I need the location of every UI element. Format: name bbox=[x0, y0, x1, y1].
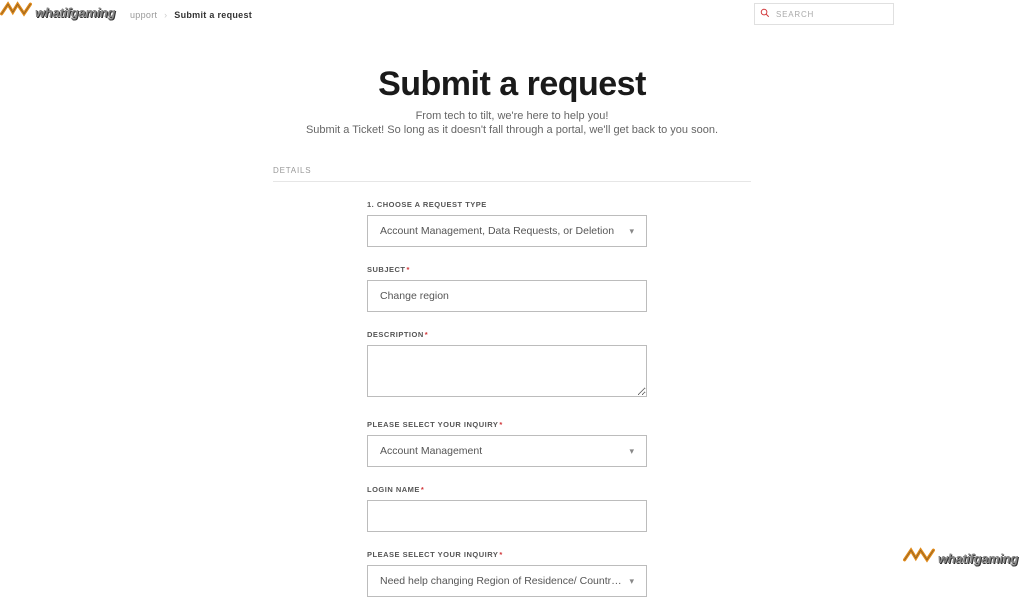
select-inquiry-1[interactable]: Account Management ▾ bbox=[367, 435, 647, 467]
search-box[interactable] bbox=[754, 3, 894, 25]
page-subtitle-2: Submit a Ticket! So long as it doesn't f… bbox=[0, 124, 1024, 136]
select-inquiry-2-value: Need help changing Region of Residence/ … bbox=[380, 575, 623, 587]
label-subject: SUBJECT* bbox=[367, 265, 647, 274]
select-inquiry-1-value: Account Management bbox=[380, 445, 623, 457]
select-request-type[interactable]: Account Management, Data Requests, or De… bbox=[367, 215, 647, 247]
section-divider bbox=[273, 181, 751, 182]
watermark-logo-bottom-right: whatifgaming bbox=[903, 546, 1018, 570]
chevron-down-icon: ▾ bbox=[629, 576, 634, 587]
section-label-details: DETAILS bbox=[273, 166, 1024, 175]
watermark-logo-top-left: whatifgaming bbox=[0, 0, 115, 24]
page-subtitle-1: From tech to tilt, we're here to help yo… bbox=[0, 110, 1024, 122]
label-login-name: LOGIN NAME* bbox=[367, 485, 647, 494]
label-inquiry-1: PLEASE SELECT YOUR INQUIRY* bbox=[367, 420, 647, 429]
textarea-description[interactable] bbox=[367, 345, 647, 397]
label-inquiry-2: PLEASE SELECT YOUR INQUIRY* bbox=[367, 550, 647, 559]
watermark-text: whatifgaming bbox=[938, 551, 1018, 566]
breadcrumb-current: Submit a request bbox=[174, 10, 252, 20]
search-input[interactable] bbox=[776, 10, 888, 19]
input-subject[interactable] bbox=[367, 280, 647, 312]
breadcrumb-separator: › bbox=[164, 10, 167, 20]
breadcrumb-parent[interactable]: upport bbox=[130, 10, 157, 20]
input-login-name[interactable] bbox=[367, 500, 647, 532]
label-request-type: 1. CHOOSE A REQUEST TYPE bbox=[367, 200, 647, 209]
watermark-text: whatifgaming bbox=[35, 5, 115, 20]
search-icon bbox=[760, 5, 770, 23]
label-description: DESCRIPTION* bbox=[367, 330, 647, 339]
chevron-down-icon: ▾ bbox=[629, 446, 634, 457]
breadcrumb: upport › Submit a request bbox=[130, 3, 252, 20]
select-inquiry-2[interactable]: Need help changing Region of Residence/ … bbox=[367, 565, 647, 597]
select-request-type-value: Account Management, Data Requests, or De… bbox=[380, 225, 623, 237]
watermark-icon bbox=[903, 546, 935, 570]
page-title: Submit a request bbox=[0, 65, 1024, 104]
chevron-down-icon: ▾ bbox=[629, 226, 634, 237]
watermark-icon bbox=[0, 0, 32, 24]
